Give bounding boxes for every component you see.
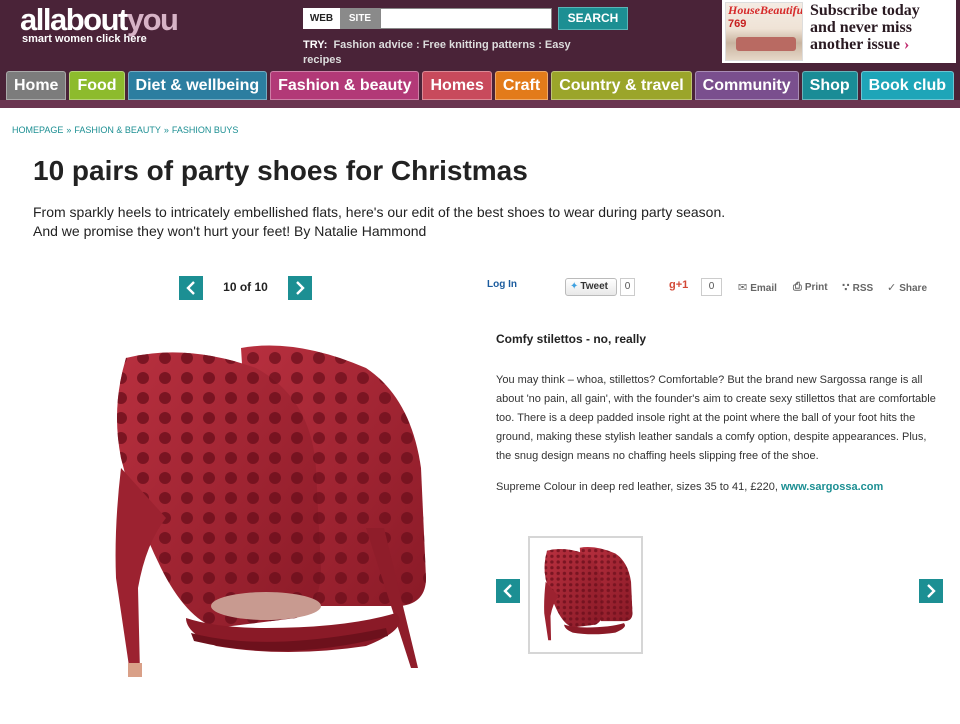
thumbnail-prev-button[interactable] [496, 579, 520, 603]
breadcrumb: HOMEPAGE» FASHION & BEAUTY» FASHION BUYS [12, 125, 238, 135]
envelope-icon: ✉ [738, 282, 748, 294]
magazine-title: HouseBeautiful [728, 3, 803, 17]
breadcrumb-separator: » [163, 125, 169, 135]
search-mode-web-tab[interactable]: WEB [303, 8, 340, 29]
chevron-right-icon [927, 584, 936, 598]
breadcrumb-separator: » [66, 125, 72, 135]
tweet-button[interactable]: ✦ Tweet [565, 278, 617, 296]
email-link[interactable]: ✉ Email [738, 281, 777, 294]
site-header: allaboutyou smart women click here WEB S… [0, 0, 960, 108]
breadcrumb-fashion-buys[interactable]: FASHION BUYS [172, 125, 239, 135]
try-label: TRY: [303, 39, 328, 51]
chevron-left-icon [186, 281, 195, 295]
print-link[interactable]: ⎙ Print [793, 281, 828, 294]
share-label: Share [899, 283, 928, 294]
subscribe-line-3-text: another issue [810, 36, 900, 53]
item-credit: Supreme Colour in deep red leather, size… [496, 481, 883, 493]
google-plus-count: 0 [701, 278, 722, 296]
try-suggestions: TRY: Fashion advice : Free knitting patte… [303, 38, 603, 68]
article-intro-line-1: From sparkly heels to intricately embell… [33, 204, 726, 220]
magazine-cover-sofa [736, 37, 796, 51]
gallery-counter: 10 of 10 [223, 280, 268, 294]
logo-text-accent: you [126, 2, 179, 37]
nav-item-home[interactable]: Home [6, 71, 67, 100]
chevron-left-icon [503, 584, 512, 598]
nav-item-diet-wellbeing[interactable]: Diet & wellbeing [127, 71, 268, 100]
item-credit-text: Supreme Colour in deep red leather, size… [496, 481, 781, 493]
search-button[interactable]: SEARCH [558, 7, 628, 30]
magazine-number: 769 [728, 18, 747, 30]
search-mode-site-tab[interactable]: SITE [340, 8, 380, 29]
try-links[interactable]: Fashion advice : Free knitting patterns … [303, 39, 571, 66]
page-title: 10 pairs of party shoes for Christmas [33, 155, 528, 186]
shoe-thumbnail[interactable] [528, 536, 643, 654]
subscribe-line-3: another issue › [810, 36, 956, 53]
nav-item-food[interactable]: Food [69, 71, 125, 100]
header-stripe [0, 100, 960, 108]
twitter-bird-icon: ✦ [570, 281, 579, 292]
subscribe-text: Subscribe today and never miss another i… [810, 2, 956, 53]
share-link[interactable]: ✓ Share [887, 281, 927, 294]
rss-link[interactable]: ∵ RSS [842, 281, 873, 294]
article-intro: From sparkly heels to intricately embell… [33, 203, 833, 241]
google-plus-button[interactable]: g+1 [669, 279, 688, 291]
gallery-prev-button[interactable] [179, 276, 203, 300]
nav-item-book-club[interactable]: Book club [860, 71, 954, 100]
nav-item-country-travel[interactable]: Country & travel [551, 71, 692, 100]
shoe-thumbnail-image [544, 547, 633, 641]
nav-item-homes[interactable]: Homes [422, 71, 492, 100]
gallery-next-button[interactable] [288, 276, 312, 300]
item-heading: Comfy stilettos - no, really [496, 332, 647, 346]
rss-icon: ∵ [842, 282, 850, 294]
subscribe-banner[interactable]: HouseBeautiful 769 Subscribe today and n… [722, 0, 956, 63]
search-input[interactable] [380, 8, 552, 29]
login-link[interactable]: Log In [487, 279, 517, 290]
nav-item-fashion-beauty[interactable]: Fashion & beauty [270, 71, 420, 100]
nav-item-community[interactable]: Community [694, 71, 799, 100]
rss-label: RSS [852, 283, 874, 294]
breadcrumb-homepage[interactable]: HOMEPAGE [12, 125, 63, 135]
magazine-cover-image: HouseBeautiful 769 [725, 2, 803, 61]
retailer-link[interactable]: www.sargossa.com [781, 481, 883, 493]
article-intro-line-2: And we promise they won't hurt your feet… [33, 223, 427, 239]
share-icon: ✓ [887, 282, 897, 294]
email-label: Email [750, 283, 777, 294]
logo-text-primary: allabout [20, 2, 128, 37]
nav-item-shop[interactable]: Shop [801, 71, 858, 100]
breadcrumb-fashion-beauty[interactable]: FASHION & BEAUTY [74, 125, 161, 135]
shoe-main-image [115, 345, 426, 677]
subscribe-line-2: and never miss [810, 19, 912, 36]
main-nav: Home Food Diet & wellbeing Fashion & beauty… [6, 71, 957, 100]
chevron-right-icon: › [903, 36, 910, 53]
print-label: Print [804, 282, 828, 293]
printer-icon: ⎙ [793, 281, 802, 293]
tweet-label: Tweet [580, 281, 608, 292]
site-tagline: smart women click here [22, 33, 147, 45]
item-description: You may think – whoa, stillettos? Comfor… [496, 374, 936, 462]
thumbnail-next-button[interactable] [919, 579, 943, 603]
subscribe-line-1: Subscribe today [810, 2, 920, 19]
tweet-count: 0 [620, 278, 635, 296]
nav-item-craft[interactable]: Craft [494, 71, 549, 100]
chevron-right-icon [296, 281, 305, 295]
